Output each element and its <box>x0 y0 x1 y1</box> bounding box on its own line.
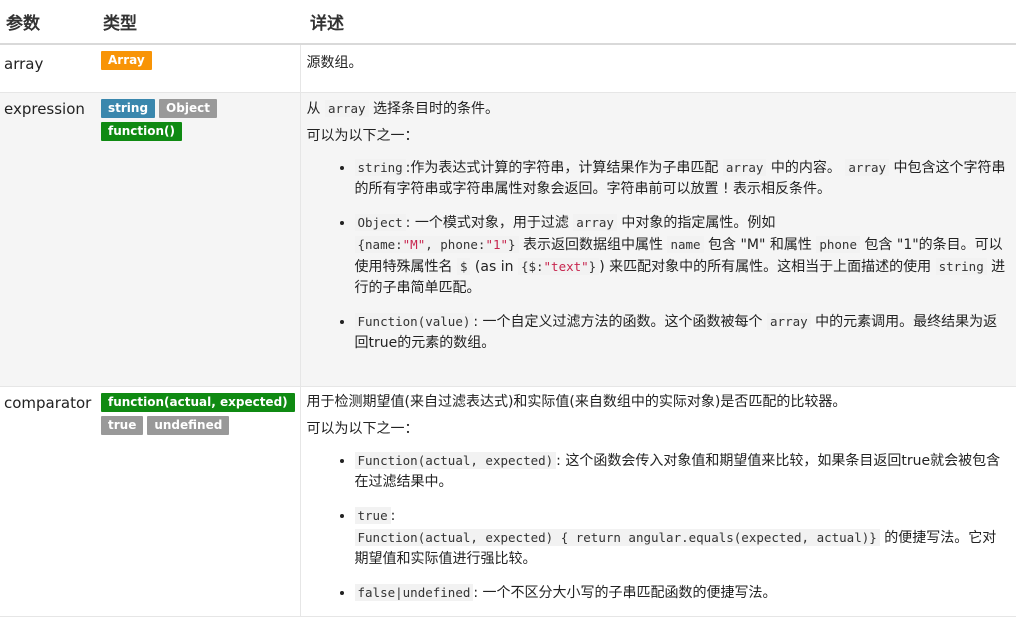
param-name: comparator <box>0 386 97 617</box>
table-row-array: array Array 源数组。 <box>0 44 1016 93</box>
inline-code-object: {name:"M", phone:"1"} <box>354 236 519 253</box>
list-item: string:作为表达式计算的字符串，计算结果作为子串匹配 array 中的内容… <box>354 157 1011 200</box>
type-label-function: function() <box>101 122 183 141</box>
header-param: 参数 <box>0 0 97 45</box>
type-cell: function(actual, expected) true undefined <box>97 386 300 617</box>
type-label-function: function(actual, expected) <box>101 393 295 412</box>
table-row-expression: expression string Object function() 从 arr… <box>0 92 1016 387</box>
detail-options: 可以为以下之一： <box>306 128 419 144</box>
detail-intro: 用于检测期望值(来自过滤表达式)和实际值(来自数组中的实际对象)是否匹配的比较器… <box>306 394 847 410</box>
table-header-row: 参数 类型 详述 <box>0 0 1016 45</box>
type-label-array: Array <box>101 51 152 70</box>
detail-intro: 从 array 选择条目时的条件。 <box>306 100 500 117</box>
list-item: Function(value): 一个自定义过滤方法的函数。这个函数被每个 ar… <box>354 311 1011 354</box>
option-list: Function(actual, expected): 这个函数会传入对象值和期… <box>307 450 1011 604</box>
list-item: Object: 一个模式对象，用于过滤 array 中对象的指定属性。例如 {n… <box>354 212 1011 299</box>
type-label-string: string <box>101 99 156 118</box>
header-detail: 详述 <box>300 0 1016 45</box>
inline-code: array <box>324 100 369 117</box>
list-item: false|undefined: 一个不区分大小写的子串匹配函数的便捷写法。 <box>354 582 1011 604</box>
param-name: array <box>0 44 97 93</box>
type-label-undefined: undefined <box>147 416 230 435</box>
type-cell: string Object function() <box>97 92 300 387</box>
detail-cell: 从 array 选择条目时的条件。 可以为以下之一： string:作为表达式计… <box>299 92 1016 387</box>
param-name: expression <box>0 92 97 387</box>
type-cell: Array <box>97 44 300 93</box>
option-list: string:作为表达式计算的字符串，计算结果作为子串匹配 array 中的内容… <box>307 157 1011 354</box>
parameters-table: 参数 类型 详述 array Array 源数组。 expression str… <box>0 0 1016 617</box>
list-item: true: Function(actual, expected) { retur… <box>354 505 1011 570</box>
detail-options: 可以为以下之一： <box>306 421 419 437</box>
type-label-object: Object <box>159 99 217 118</box>
table-row-comparator: comparator function(actual, expected) tr… <box>0 386 1016 617</box>
header-type: 类型 <box>97 0 300 45</box>
detail-cell: 源数组。 <box>299 44 1016 93</box>
type-label-true: true <box>101 416 144 435</box>
detail-cell: 用于检测期望值(来自过滤表达式)和实际值(来自数组中的实际对象)是否匹配的比较器… <box>299 386 1016 617</box>
list-item: Function(actual, expected): 这个函数会传入对象值和期… <box>354 450 1011 493</box>
